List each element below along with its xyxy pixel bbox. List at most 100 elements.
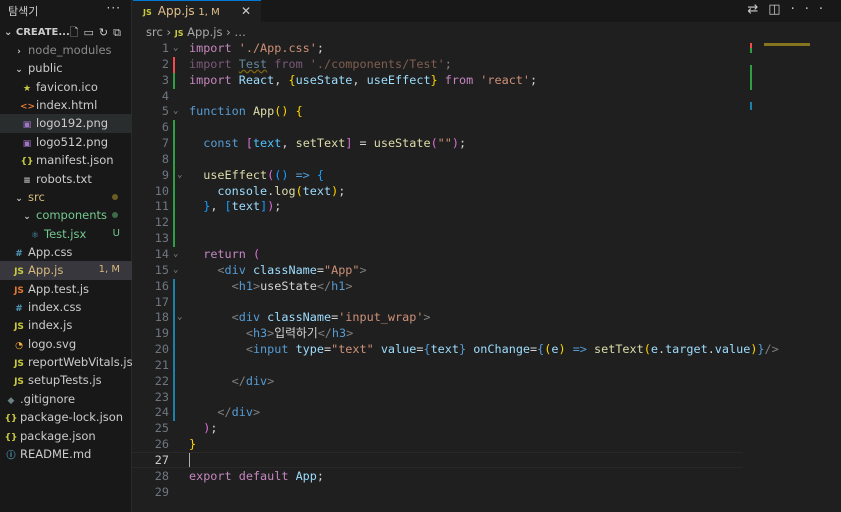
tree-item[interactable]: JS reportWebVitals.js xyxy=(0,353,133,371)
code-token: > xyxy=(267,373,275,388)
tree-item-label: favicon.ico xyxy=(36,79,98,94)
breadcrumb-file[interactable]: App.js xyxy=(187,25,222,39)
line-number: 16 xyxy=(154,278,169,293)
code-token: ; xyxy=(274,199,282,214)
compare-changes-icon[interactable]: ⇄ xyxy=(747,2,768,17)
new-folder-icon[interactable]: ▭ xyxy=(84,26,99,39)
tab-app-js[interactable]: JS App.js 1, M ✕ xyxy=(133,0,261,22)
tree-item[interactable]: ⚛ Test.jsx U xyxy=(0,225,132,243)
code-token: [ xyxy=(224,199,232,214)
breadcrumb-symbols[interactable]: … xyxy=(234,25,246,39)
tree-item[interactable]: ⌄ src xyxy=(0,188,132,206)
tree-item[interactable]: {} package.json xyxy=(0,427,132,445)
tree-item[interactable]: JS index.js xyxy=(0,316,132,334)
more-actions-icon[interactable]: ··· xyxy=(791,2,833,17)
code-token: > xyxy=(359,262,367,277)
code-token: div xyxy=(238,310,261,325)
fold-chevron-icon[interactable]: ⌄ xyxy=(173,104,178,120)
tree-item[interactable]: ⌄ components xyxy=(0,206,132,224)
code-line: 28 export default App; xyxy=(133,469,743,485)
line-number: 12 xyxy=(154,215,169,230)
project-header[interactable]: ⌄ CREATE... 🗋▭↻⧉ xyxy=(0,24,132,42)
code-token: e xyxy=(650,342,658,357)
code-token: , xyxy=(281,136,296,151)
refresh-icon[interactable]: ↻ xyxy=(99,26,113,39)
tree-item[interactable]: {} manifest.json xyxy=(0,151,132,169)
code-token: = xyxy=(316,262,324,277)
tree-item[interactable]: # index.css xyxy=(0,298,132,316)
fold-chevron-icon[interactable]: ⌄ xyxy=(173,247,178,263)
fold-chevron-icon[interactable]: ⌄ xyxy=(173,263,178,279)
tree-item[interactable]: ▣ logo192.png xyxy=(0,114,132,133)
chevron-down-icon: ⌄ xyxy=(4,27,16,38)
git-gutter-marker xyxy=(173,215,175,232)
tree-item[interactable]: <>index.html xyxy=(0,96,132,114)
code-token: ; xyxy=(444,56,452,71)
code-token: h1 xyxy=(238,278,253,293)
tree-item[interactable]: › node_modules xyxy=(0,41,132,59)
close-icon[interactable]: ✕ xyxy=(241,1,251,22)
fold-chevron-icon[interactable]: ⌄ xyxy=(173,41,178,57)
tree-item[interactable]: # App.css xyxy=(0,243,132,261)
fold-chevron-icon[interactable]: ⌄ xyxy=(177,310,182,326)
explorer-title: 탐색기 xyxy=(8,5,39,18)
line-number: 1 xyxy=(161,41,169,55)
tree-item[interactable]: {} package-lock.json xyxy=(0,408,132,426)
line-number: 23 xyxy=(154,389,169,404)
more-actions-icon[interactable]: ··· xyxy=(107,1,121,15)
code-token: './components/Test' xyxy=(309,56,445,71)
code-token: 'react' xyxy=(480,72,531,87)
code-token: input xyxy=(252,342,289,357)
fold-chevron-icon[interactable]: ⌄ xyxy=(177,168,182,184)
git-gutter-marker xyxy=(173,310,175,327)
code-token: text xyxy=(430,342,459,357)
tree-item-label: logo.svg xyxy=(28,336,77,351)
tree-item[interactable]: JS App.test.js xyxy=(0,280,132,298)
code-token: type xyxy=(295,342,324,357)
minimap[interactable] xyxy=(750,40,810,110)
code-token: target xyxy=(665,342,708,357)
tree-item-label: logo512.png xyxy=(36,134,109,149)
tree-item[interactable]: ◔ logo.svg xyxy=(0,335,132,353)
tree-item[interactable]: ★ favicon.ico xyxy=(0,78,132,96)
code-token: [ xyxy=(245,136,253,151)
code-token: = xyxy=(352,136,374,151)
line-number: 29 xyxy=(154,484,169,499)
code-line: 19 <h3>입력하기</h3> xyxy=(133,326,743,343)
line-number: 11 xyxy=(154,199,169,214)
tree-item[interactable]: ◆ .gitignore xyxy=(0,390,132,408)
breadcrumb-src[interactable]: src xyxy=(146,25,163,39)
code-editor[interactable]: 1 ⌄ import './App.css'; 2 import Test from '… xyxy=(133,41,779,501)
tree-item-label: App.js xyxy=(28,263,64,278)
code-line: 17 xyxy=(133,294,743,311)
tree-item[interactable]: JS App.js 1, M xyxy=(0,261,132,280)
git-gutter-marker xyxy=(173,136,175,152)
text-cursor xyxy=(189,453,190,468)
tree-item[interactable]: ≡ robots.txt xyxy=(0,170,132,188)
code-line: 29 xyxy=(133,485,743,501)
code-token: h3 xyxy=(252,326,268,341)
new-file-icon[interactable]: 🗋 xyxy=(70,26,84,39)
code-token: text xyxy=(231,199,261,214)
tree-item[interactable]: ⓘ README.md xyxy=(0,445,132,463)
git-gutter-marker xyxy=(173,326,175,343)
code-token: } xyxy=(757,342,765,357)
code-token: { xyxy=(423,342,431,357)
line-number: 13 xyxy=(154,231,169,246)
tree-item[interactable]: JS setupTests.js xyxy=(0,371,132,389)
collapse-all-icon[interactable]: ⧉ xyxy=(113,26,126,39)
tree-item[interactable]: ⌄ public xyxy=(0,59,132,77)
code-line: 1 ⌄ import './App.css'; xyxy=(133,41,743,57)
split-editor-icon[interactable]: ◫ xyxy=(768,2,790,17)
line-number: 26 xyxy=(154,437,169,452)
tree-item[interactable]: ▣ logo512.png xyxy=(0,133,132,151)
code-token: ; xyxy=(338,183,346,198)
code-token: from xyxy=(274,56,303,71)
code-line: 21 xyxy=(133,357,743,374)
